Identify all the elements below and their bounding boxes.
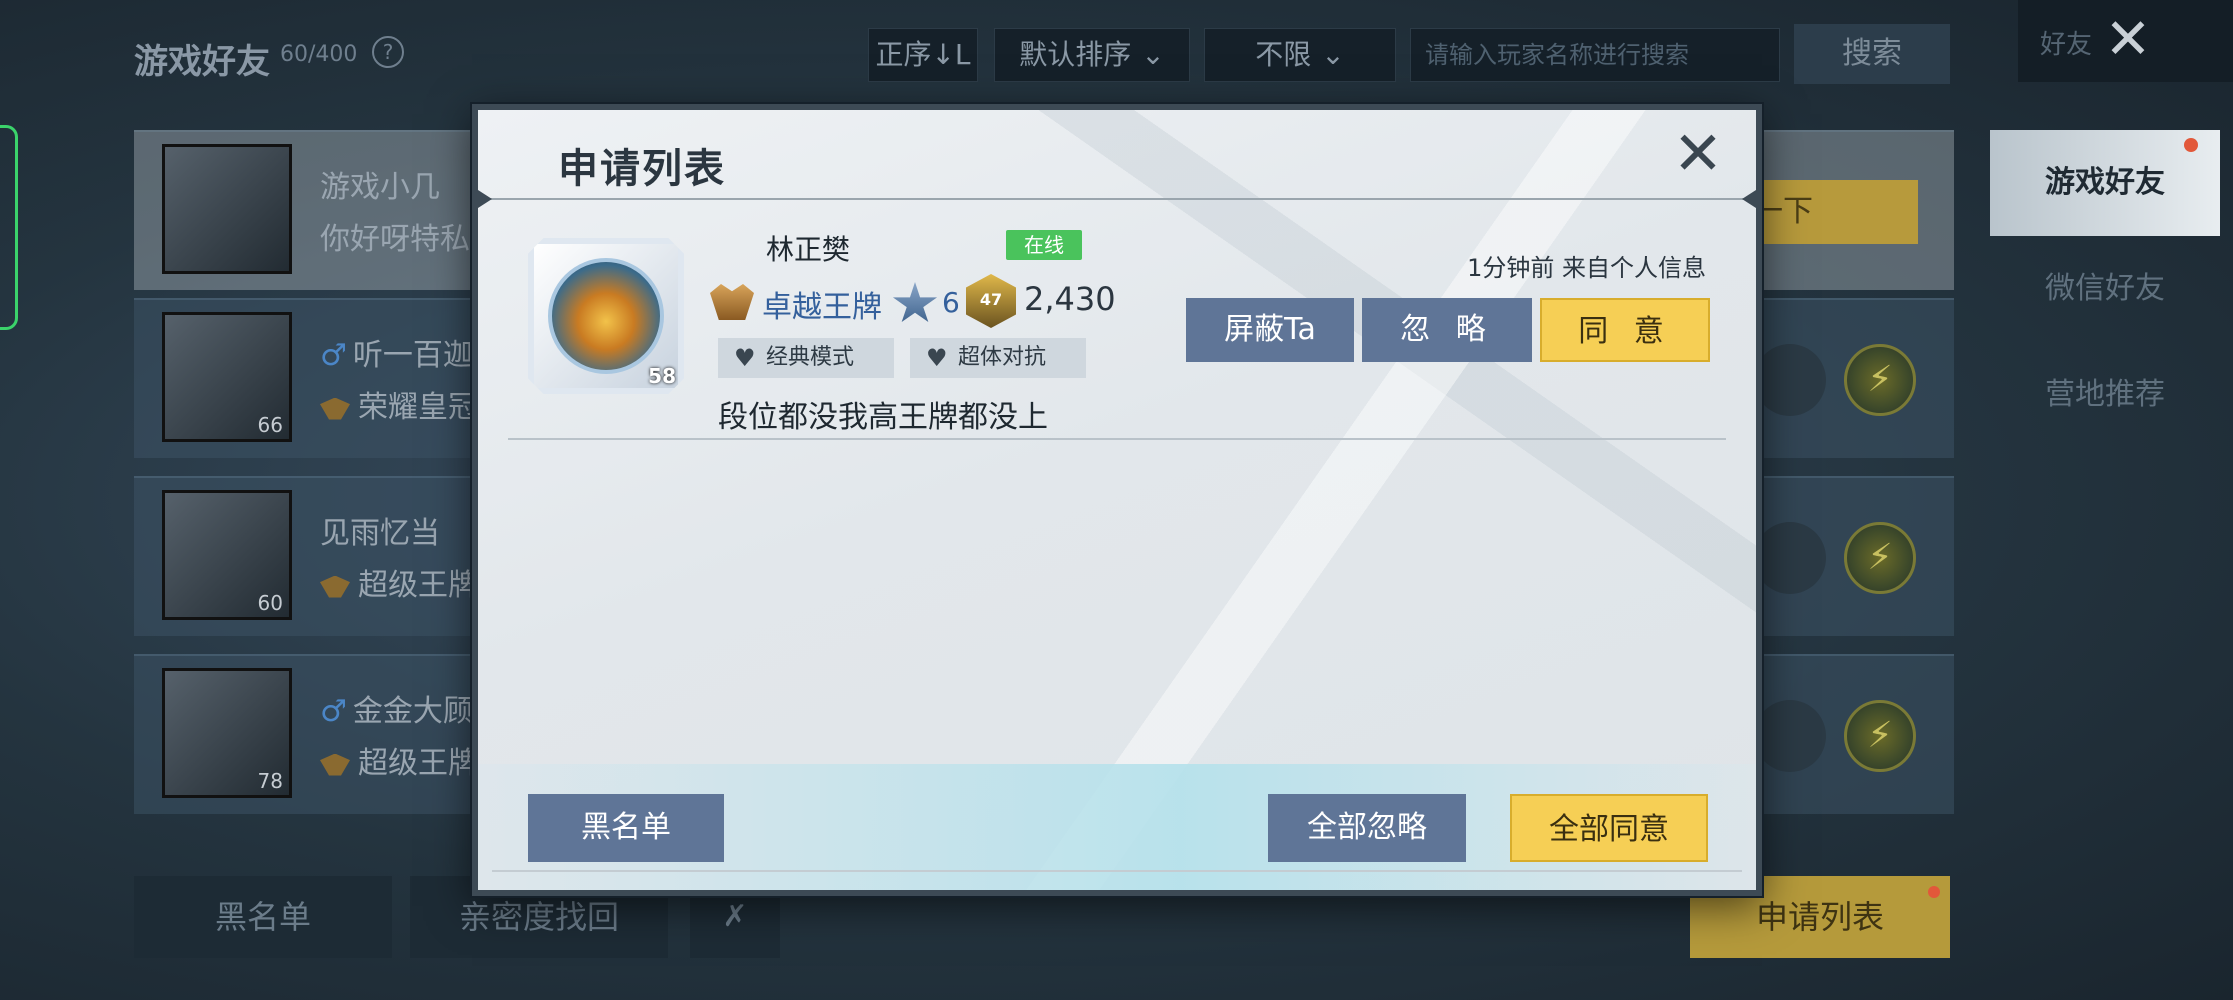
rank-icon bbox=[320, 397, 350, 420]
sort-mode-dropdown[interactable]: 默认排序 ⌄ bbox=[994, 28, 1190, 82]
blacklist-button-bg[interactable]: 黑名单 bbox=[134, 876, 392, 958]
avatar[interactable]: 78 bbox=[162, 668, 292, 798]
chat-icon[interactable] bbox=[1754, 344, 1826, 416]
male-icon: ♂ bbox=[320, 694, 347, 729]
tab-camp-recommend[interactable]: 营地推荐 bbox=[1990, 342, 2220, 448]
rank-name: 卓越王牌 bbox=[762, 290, 882, 325]
friend-rank-text: 超级王牌 bbox=[358, 746, 478, 781]
top-right-label: 好友 bbox=[2040, 30, 2093, 60]
page-title: 游戏好友 bbox=[134, 42, 270, 82]
sort-order-dropdown[interactable]: 正序↓L bbox=[868, 28, 978, 82]
friend-rank: 超级王牌 bbox=[320, 560, 478, 604]
corner-decoration bbox=[1742, 190, 1756, 208]
side-tabs: 游戏好友 微信好友 营地推荐 bbox=[1990, 130, 2220, 448]
tab-wechat-friends[interactable]: 微信好友 bbox=[1990, 236, 2220, 342]
notification-dot bbox=[2184, 138, 2198, 152]
mode-tag: ♥ 经典模式 bbox=[718, 338, 894, 378]
friend-name: ♂ 金金大顾 bbox=[320, 686, 473, 730]
friend-rank: 超级王牌 bbox=[320, 738, 478, 782]
avatar-image bbox=[548, 258, 664, 374]
rank-icon bbox=[320, 753, 350, 776]
more-icon[interactable] bbox=[1754, 700, 1826, 772]
friend-name: ♂ 听一百迦 bbox=[320, 330, 473, 374]
tab-label: 微信好友 bbox=[2045, 271, 2165, 306]
friend-name-text: 听一百迦 bbox=[352, 338, 473, 373]
tab-game-friends[interactable]: 游戏好友 bbox=[1990, 130, 2220, 236]
tab-label: 游戏好友 bbox=[2045, 165, 2165, 200]
heart-icon: ♥ bbox=[926, 344, 948, 372]
male-icon: ♂ bbox=[320, 338, 347, 373]
block-button[interactable]: 屏蔽Ta bbox=[1186, 298, 1354, 362]
avatar[interactable]: 60 bbox=[162, 490, 292, 620]
request-message: 段位都没我高王牌都没上 bbox=[718, 400, 1048, 435]
close-icon[interactable]: ✕ bbox=[1666, 122, 1730, 186]
divider bbox=[508, 438, 1726, 440]
divider bbox=[492, 870, 1742, 872]
friend-name: 见雨忆当 bbox=[320, 516, 440, 551]
friend-name-text: 金金大顾 bbox=[352, 694, 473, 729]
search-button[interactable]: 搜索 bbox=[1794, 24, 1950, 84]
blacklist-button[interactable]: 黑名单 bbox=[528, 794, 724, 862]
avatar-level: 58 bbox=[648, 364, 676, 388]
sort-mode-label: 默认排序 bbox=[1019, 38, 1132, 71]
friend-name: 游戏小几 bbox=[320, 170, 440, 205]
avatar[interactable]: 66 bbox=[162, 312, 292, 442]
avatar-level: 78 bbox=[257, 769, 283, 793]
avatar-level: 60 bbox=[257, 591, 283, 615]
rank-stars: 6 bbox=[942, 286, 960, 319]
left-edge-indicator bbox=[0, 125, 18, 330]
notification-dot bbox=[1928, 886, 1940, 898]
friend-rank-text: 超级王牌 bbox=[358, 568, 478, 603]
divider bbox=[488, 198, 1746, 200]
request-time-source: 1分钟前 来自个人信息 bbox=[1467, 254, 1706, 282]
apply-list-modal: 申请列表 ✕ 58 林正樊 在线 卓越王牌 6 47 2,430 ♥ 经典模式 ♥… bbox=[472, 104, 1762, 896]
star-icon bbox=[892, 282, 938, 323]
lightning-icon[interactable]: ⚡ bbox=[1844, 700, 1916, 772]
friend-count: 60/400 bbox=[280, 42, 358, 67]
status-badge: 在线 bbox=[1006, 230, 1082, 260]
modal-title: 申请列表 bbox=[558, 146, 726, 192]
chevron-down-icon: ⌄ bbox=[1141, 38, 1165, 71]
avatar[interactable]: 58 bbox=[528, 238, 684, 394]
filter-label: 不限 bbox=[1255, 38, 1312, 71]
heart-icon: ♥ bbox=[734, 344, 756, 372]
rank-points: 2,430 bbox=[1024, 280, 1116, 318]
page-close-icon[interactable]: ✕ bbox=[2098, 10, 2158, 70]
mode-tag: ♥ 超体对抗 bbox=[910, 338, 1086, 378]
avatar-level: 66 bbox=[257, 413, 283, 437]
apply-list-label: 申请列表 bbox=[1755, 898, 1884, 936]
requester-name: 林正樊 bbox=[766, 233, 851, 266]
tab-label: 营地推荐 bbox=[2045, 377, 2165, 412]
sort-order-label: 正序↓L bbox=[875, 38, 971, 71]
mode-tag-label: 超体对抗 bbox=[958, 345, 1047, 370]
friend-rank-text: 荣耀皇冠 bbox=[358, 390, 478, 425]
help-icon[interactable]: ? bbox=[372, 36, 404, 68]
friend-rank: 荣耀皇冠 bbox=[320, 382, 478, 426]
badge-level: 47 bbox=[979, 290, 1003, 309]
agree-button[interactable]: 同 意 bbox=[1540, 298, 1710, 362]
filter-dropdown[interactable]: 不限 ⌄ bbox=[1204, 28, 1396, 82]
ignore-all-button[interactable]: 全部忽略 bbox=[1268, 794, 1466, 862]
avatar[interactable] bbox=[162, 144, 292, 274]
agree-all-button[interactable]: 全部同意 bbox=[1510, 794, 1708, 862]
mode-tag-label: 经典模式 bbox=[766, 345, 855, 370]
friend-message: 你好呀特私 bbox=[320, 222, 470, 257]
ignore-button[interactable]: 忽 略 bbox=[1362, 298, 1532, 362]
rank-icon bbox=[710, 284, 754, 320]
chat-icon[interactable] bbox=[1754, 522, 1826, 594]
lightning-icon[interactable]: ⚡ bbox=[1844, 522, 1916, 594]
chevron-down-icon: ⌄ bbox=[1321, 38, 1345, 71]
lightning-icon[interactable]: ⚡ bbox=[1844, 344, 1916, 416]
rank-icon bbox=[320, 575, 350, 598]
corner-decoration bbox=[478, 190, 492, 208]
search-input[interactable]: 请输入玩家名称进行搜索 bbox=[1410, 28, 1780, 82]
